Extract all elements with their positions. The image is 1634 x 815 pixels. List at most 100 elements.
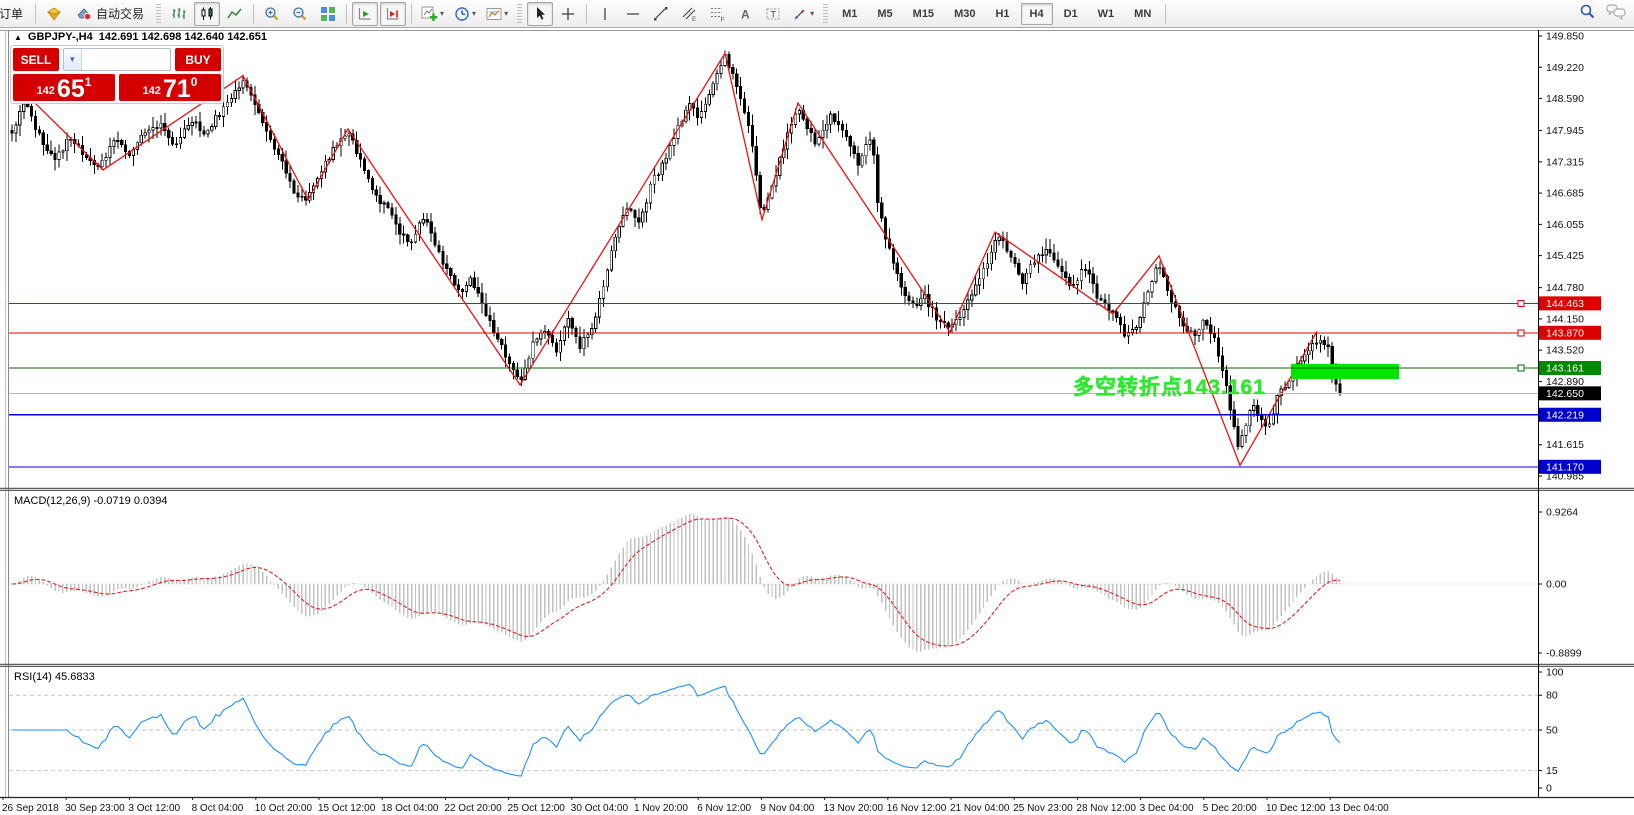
horizontal-lines-layer[interactable] <box>9 300 1538 466</box>
crosshair-icon <box>560 6 576 22</box>
equidistant-channel-tool-button[interactable]: E <box>676 2 702 26</box>
toolbar-right-group <box>1579 3 1634 25</box>
svg-text:28 Nov 12:00: 28 Nov 12:00 <box>1076 803 1136 814</box>
arrows-icon <box>792 6 808 22</box>
line-chart-icon <box>227 6 243 22</box>
timeframe-m5-button[interactable]: M5 <box>868 3 901 25</box>
svg-text:149.850: 149.850 <box>1546 31 1584 43</box>
sell-button[interactable]: SELL <box>13 48 59 71</box>
timeframe-w1-button[interactable]: W1 <box>1089 3 1124 25</box>
toolbar-separator <box>35 4 36 24</box>
arrows-tool-button[interactable]: ▾ <box>788 2 818 26</box>
channel-icon: E <box>681 5 698 22</box>
svg-text:13 Dec 04:00: 13 Dec 04:00 <box>1329 803 1389 814</box>
timeframe-m1-button[interactable]: M1 <box>833 3 866 25</box>
gem-icon <box>46 6 62 22</box>
vertical-line-tool-button[interactable] <box>592 2 618 26</box>
sell-price-button[interactable]: 142651 <box>13 74 115 101</box>
svg-text:10 Dec 12:00: 10 Dec 12:00 <box>1266 803 1326 814</box>
volume-input[interactable] <box>82 49 171 70</box>
svg-text:30 Oct 04:00: 30 Oct 04:00 <box>571 803 629 814</box>
horizontal-line-icon <box>625 6 641 22</box>
toolbar-separator <box>411 4 412 24</box>
chart-shift-button[interactable] <box>380 2 406 26</box>
autotrading-button[interactable]: 自动交易 <box>69 2 151 26</box>
tile-windows-icon <box>320 6 336 22</box>
timeframe-m15-button[interactable]: M15 <box>904 3 943 25</box>
svg-text:10 Oct 20:00: 10 Oct 20:00 <box>255 803 313 814</box>
fibonacci-tool-button[interactable]: F <box>704 2 730 26</box>
text-label-tool-button[interactable]: T <box>760 2 786 26</box>
green-rectangle-object[interactable] <box>1291 364 1399 379</box>
bar-chart-mode-button[interactable] <box>166 2 192 26</box>
dropdown-caret: ▾ <box>810 9 814 18</box>
timeframe-mn-button[interactable]: MN <box>1125 3 1160 25</box>
svg-text:143.870: 143.870 <box>1546 327 1584 339</box>
timeframe-d1-button[interactable]: D1 <box>1055 3 1087 25</box>
collapse-triangle-icon[interactable]: ▲ <box>14 33 22 42</box>
new-order-label: 订单 <box>0 5 23 22</box>
mql5-gem-button[interactable] <box>41 2 67 26</box>
toolbar-separator <box>346 4 347 24</box>
sell-point: 1 <box>85 75 92 89</box>
line-chart-mode-button[interactable] <box>222 2 248 26</box>
svg-text:50: 50 <box>1546 725 1558 737</box>
buy-point: 0 <box>191 75 198 89</box>
svg-text:148.590: 148.590 <box>1546 93 1584 105</box>
tile-windows-button[interactable] <box>315 2 341 26</box>
svg-text:144.463: 144.463 <box>1546 298 1584 310</box>
svg-text:3 Dec 04:00: 3 Dec 04:00 <box>1140 803 1194 814</box>
indicators-button[interactable]: ▾ <box>417 2 448 26</box>
periods-button[interactable]: ▾ <box>450 2 480 26</box>
toolbar-grip <box>517 4 522 24</box>
svg-text:144.150: 144.150 <box>1546 313 1584 325</box>
timeframe-h1-button[interactable]: H1 <box>986 3 1018 25</box>
svg-text:142.650: 142.650 <box>1546 388 1584 400</box>
svg-text:149.220: 149.220 <box>1546 62 1584 74</box>
auto-scroll-button[interactable] <box>352 2 378 26</box>
candlestick-mode-button[interactable] <box>194 2 220 26</box>
dropdown-caret: ▾ <box>504 9 508 18</box>
sell-big-figure: 142 <box>37 85 55 97</box>
cursor-tool-button[interactable] <box>527 2 553 26</box>
pivot-annotation-text[interactable]: 多空转折点143.161 <box>1073 371 1266 401</box>
templates-button[interactable]: ▾ <box>482 2 512 26</box>
fibonacci-icon: F <box>709 5 726 22</box>
trendline-tool-button[interactable] <box>648 2 674 26</box>
horizontal-line-tool-button[interactable] <box>620 2 646 26</box>
crosshair-tool-button[interactable] <box>555 2 581 26</box>
svg-text:9 Nov 04:00: 9 Nov 04:00 <box>760 803 814 814</box>
buy-big-figure: 142 <box>143 85 161 97</box>
zoom-out-button[interactable] <box>287 2 313 26</box>
trendline-icon <box>653 6 669 22</box>
toolbar-separator <box>1165 4 1166 24</box>
clock-icon <box>454 6 470 22</box>
dropdown-caret: ▾ <box>440 9 444 18</box>
svg-text:8 Oct 04:00: 8 Oct 04:00 <box>192 803 244 814</box>
buy-button[interactable]: BUY <box>175 48 221 71</box>
svg-text:0.00: 0.00 <box>1546 579 1567 591</box>
buy-price-button[interactable]: 142710 <box>119 74 221 101</box>
svg-text:15 Oct 12:00: 15 Oct 12:00 <box>318 803 376 814</box>
svg-text:142.890: 142.890 <box>1546 376 1584 388</box>
zoom-in-button[interactable] <box>259 2 285 26</box>
new-order-button[interactable]: 订单 <box>0 2 30 26</box>
autotrading-icon <box>76 6 92 22</box>
svg-text:0.9264: 0.9264 <box>1546 507 1578 519</box>
timeframe-h4-button[interactable]: H4 <box>1021 3 1053 25</box>
volume-stepper: ▾ ▴ <box>63 48 171 71</box>
svg-text:21 Nov 04:00: 21 Nov 04:00 <box>950 803 1010 814</box>
svg-text:13 Nov 20:00: 13 Nov 20:00 <box>824 803 884 814</box>
timeframe-m30-button[interactable]: M30 <box>945 3 984 25</box>
chart-canvas[interactable]: 149.850149.220148.590147.945147.315146.6… <box>0 28 1634 815</box>
volume-decrease-button[interactable]: ▾ <box>64 49 82 70</box>
search-icon[interactable] <box>1579 3 1596 25</box>
chat-icon[interactable] <box>1606 3 1626 25</box>
svg-text:F: F <box>720 17 724 23</box>
svg-text:25 Oct 12:00: 25 Oct 12:00 <box>508 803 566 814</box>
zoom-out-icon <box>292 6 308 22</box>
time-axis: 26 Sep 201830 Sep 23:003 Oct 12:008 Oct … <box>2 797 1389 814</box>
text-tool-button[interactable]: A <box>732 2 758 26</box>
main-toolbar: 订单 自动交易 ▾ ▾ <box>0 0 1634 28</box>
svg-text:-0.8899: -0.8899 <box>1546 648 1582 660</box>
